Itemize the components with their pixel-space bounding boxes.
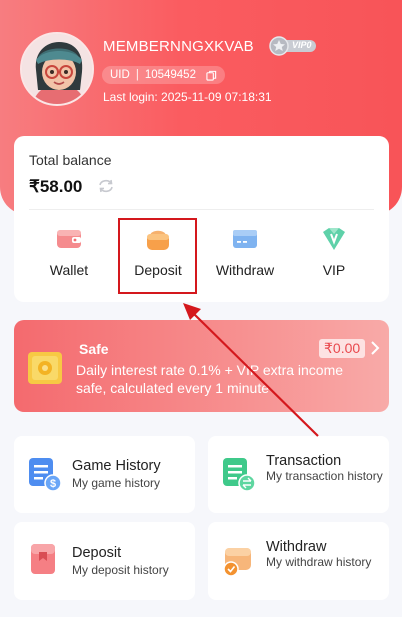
last-login: Last login: 2025-11-09 07:18:31 <box>103 90 272 104</box>
transaction-subtitle: My transaction history <box>266 469 383 483</box>
vip-level-text: VIP0 <box>292 40 312 50</box>
safe-card[interactable]: Safe ₹0.00 Daily interest rate 0.1% + VI… <box>14 320 389 412</box>
total-balance-amount: ₹58.00 <box>29 177 83 196</box>
uid-separator: | <box>135 69 139 81</box>
withdraw-history-subtitle: My withdraw history <box>266 555 372 569</box>
balance-card: Total balance ₹58.00 Wallet Deposit With… <box>14 136 389 302</box>
game-history-icon: $ <box>29 458 61 492</box>
withdraw-icon <box>233 230 257 248</box>
game-history-subtitle: My game history <box>72 476 161 490</box>
uid-label: UID <box>110 69 130 81</box>
chevron-right-icon[interactable] <box>370 341 380 355</box>
safe-description: Daily interest rate 0.1% + VIP extra inc… <box>76 362 344 396</box>
total-balance-label: Total balance <box>29 152 112 168</box>
transaction-title: Transaction <box>266 453 342 469</box>
vip-icon <box>323 228 345 250</box>
vip-badge: VIP0 <box>268 36 318 56</box>
wallet-button[interactable]: Wallet <box>29 226 109 278</box>
game-history-tile[interactable]: $ Game History My game history <box>14 436 195 513</box>
refresh-icon[interactable] <box>97 179 115 193</box>
deposit-history-subtitle: My deposit history <box>72 563 169 577</box>
deposit-history-icon <box>31 544 55 574</box>
username: MEMBERNNGXKVAB <box>103 38 254 55</box>
safe-title: Safe <box>79 341 109 357</box>
withdraw-label: Withdraw <box>215 262 275 278</box>
wallet-label: Wallet <box>49 262 89 278</box>
safe-amount: ₹0.00 <box>319 339 366 358</box>
deposit-history-tile[interactable]: Deposit My deposit history <box>14 522 195 600</box>
svg-text:$: $ <box>50 478 56 490</box>
wallet-icon <box>57 230 81 248</box>
safe-icon <box>28 352 62 384</box>
withdraw-history-tile[interactable]: Withdraw My withdraw history <box>208 522 389 600</box>
copy-icon[interactable] <box>206 70 217 81</box>
withdraw-history-icon <box>223 548 251 577</box>
transaction-icon <box>223 458 255 492</box>
vip-button[interactable]: VIP <box>294 226 374 278</box>
uid-value: 10549452 <box>144 69 196 81</box>
uid-pill: UID | 10549452 <box>102 66 225 84</box>
deposit-history-title: Deposit <box>72 545 122 561</box>
transaction-tile[interactable]: Transaction My transaction history <box>208 436 389 513</box>
withdraw-history-title: Withdraw <box>266 539 327 555</box>
withdraw-button[interactable]: Withdraw <box>205 226 285 278</box>
vip-label: VIP <box>322 262 346 278</box>
deposit-highlight-box <box>118 218 197 294</box>
avatar[interactable] <box>20 32 94 106</box>
game-history-title: Game History <box>72 458 161 474</box>
balance-divider <box>29 209 374 210</box>
